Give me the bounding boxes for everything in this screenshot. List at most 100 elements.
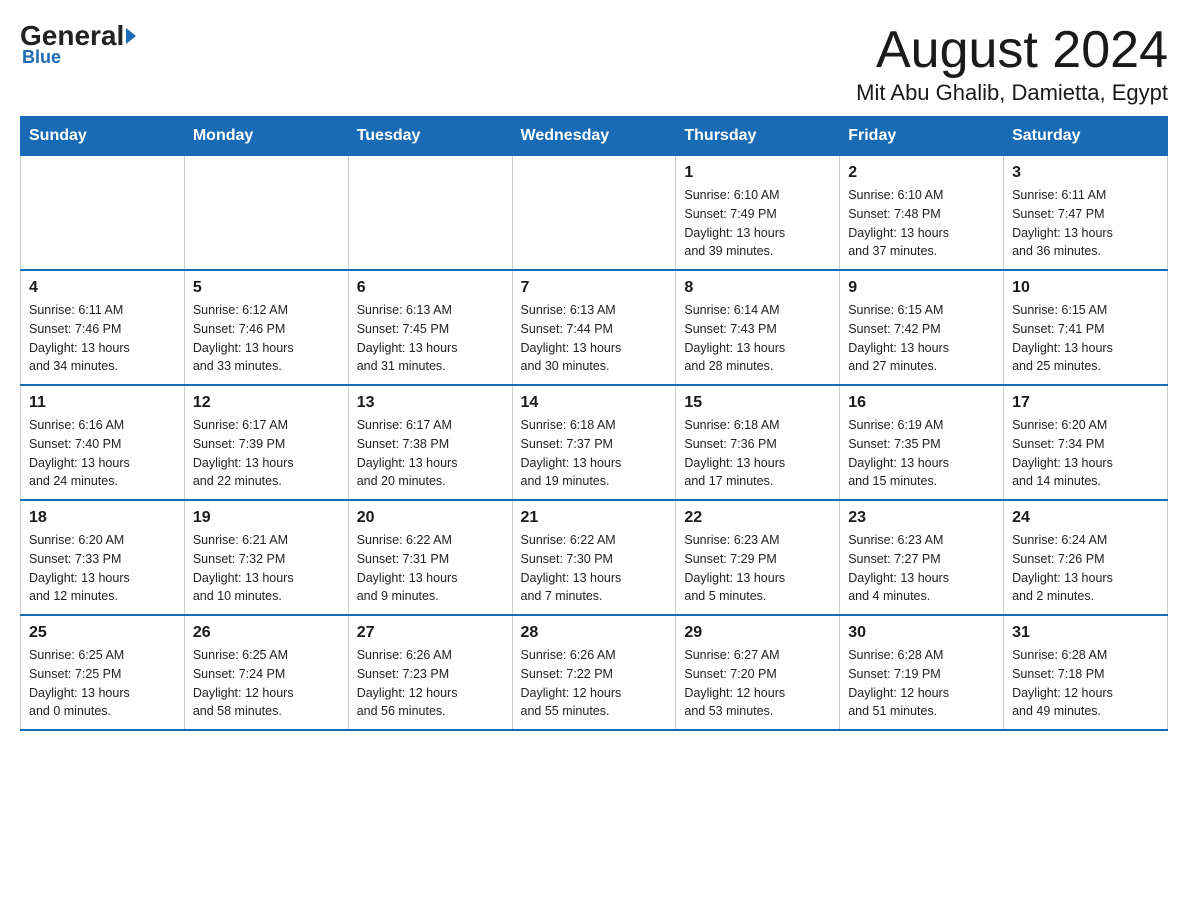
logo-triangle-icon: [126, 28, 136, 44]
calendar-cell: 20Sunrise: 6:22 AMSunset: 7:31 PMDayligh…: [348, 500, 512, 615]
day-number: 2: [848, 164, 995, 182]
day-info: Sunrise: 6:25 AMSunset: 7:25 PMDaylight:…: [29, 646, 176, 721]
day-number: 23: [848, 509, 995, 527]
day-info: Sunrise: 6:12 AMSunset: 7:46 PMDaylight:…: [193, 301, 340, 376]
day-info: Sunrise: 6:26 AMSunset: 7:22 PMDaylight:…: [521, 646, 668, 721]
day-number: 13: [357, 394, 504, 412]
calendar-week-5: 25 Sunrise: 6:25 AMSunset: 7:25 PMDayligh…: [21, 615, 1168, 730]
day-number: 7: [521, 279, 668, 297]
calendar-cell: 26 Sunrise: 6:25 AMSunset: 7:24 PMDayligh…: [184, 615, 348, 730]
calendar-cell: [184, 156, 348, 271]
day-info: Sunrise: 6:25 AMSunset: 7:24 PMDaylight:…: [193, 646, 340, 721]
calendar-cell: 1Sunrise: 6:10 AMSunset: 7:49 PMDaylight…: [676, 156, 840, 271]
calendar-cell: 29 Sunrise: 6:27 AMSunset: 7:20 PMDayligh…: [676, 615, 840, 730]
day-number: 9: [848, 279, 995, 297]
calendar-cell: 28Sunrise: 6:26 AMSunset: 7:22 PMDayligh…: [512, 615, 676, 730]
calendar-cell: 21 Sunrise: 6:22 AMSunset: 7:30 PMDayligh…: [512, 500, 676, 615]
calendar-cell: 16Sunrise: 6:19 AMSunset: 7:35 PMDayligh…: [840, 385, 1004, 500]
title-block: August 2024 Mit Abu Ghalib, Damietta, Eg…: [856, 20, 1168, 106]
day-number: 30: [848, 624, 995, 642]
calendar-cell: 27 Sunrise: 6:26 AMSunset: 7:23 PMDayligh…: [348, 615, 512, 730]
day-info: Sunrise: 6:15 AMSunset: 7:42 PMDaylight:…: [848, 301, 995, 376]
calendar-week-3: 11 Sunrise: 6:16 AMSunset: 7:40 PMDayligh…: [21, 385, 1168, 500]
calendar-cell: [348, 156, 512, 271]
calendar-cell: 10Sunrise: 6:15 AMSunset: 7:41 PMDayligh…: [1004, 270, 1168, 385]
day-info: Sunrise: 6:19 AMSunset: 7:35 PMDaylight:…: [848, 416, 995, 491]
day-number: 18: [29, 509, 176, 527]
calendar-cell: 19 Sunrise: 6:21 AMSunset: 7:32 PMDayligh…: [184, 500, 348, 615]
calendar-week-4: 18 Sunrise: 6:20 AMSunset: 7:33 PMDayligh…: [21, 500, 1168, 615]
day-number: 6: [357, 279, 504, 297]
day-info: Sunrise: 6:10 AMSunset: 7:49 PMDaylight:…: [684, 186, 831, 261]
day-info: Sunrise: 6:20 AMSunset: 7:34 PMDaylight:…: [1012, 416, 1159, 491]
calendar-cell: 13 Sunrise: 6:17 AMSunset: 7:38 PMDayligh…: [348, 385, 512, 500]
day-number: 10: [1012, 279, 1159, 297]
header-friday: Friday: [840, 117, 1004, 156]
day-info: Sunrise: 6:14 AMSunset: 7:43 PMDaylight:…: [684, 301, 831, 376]
day-info: Sunrise: 6:13 AMSunset: 7:44 PMDaylight:…: [521, 301, 668, 376]
page-header: General Blue August 2024 Mit Abu Ghalib,…: [20, 20, 1168, 106]
day-number: 25: [29, 624, 176, 642]
header-thursday: Thursday: [676, 117, 840, 156]
day-info: Sunrise: 6:16 AMSunset: 7:40 PMDaylight:…: [29, 416, 176, 491]
calendar-cell: [512, 156, 676, 271]
logo: General Blue: [20, 20, 134, 68]
day-number: 14: [521, 394, 668, 412]
day-number: 24: [1012, 509, 1159, 527]
day-info: Sunrise: 6:24 AMSunset: 7:26 PMDaylight:…: [1012, 531, 1159, 606]
day-number: 22: [684, 509, 831, 527]
header-wednesday: Wednesday: [512, 117, 676, 156]
calendar-cell: 4 Sunrise: 6:11 AMSunset: 7:46 PMDaylight…: [21, 270, 185, 385]
calendar-cell: 5 Sunrise: 6:12 AMSunset: 7:46 PMDaylight…: [184, 270, 348, 385]
day-info: Sunrise: 6:28 AMSunset: 7:19 PMDaylight:…: [848, 646, 995, 721]
day-number: 27: [357, 624, 504, 642]
day-number: 26: [193, 624, 340, 642]
day-info: Sunrise: 6:20 AMSunset: 7:33 PMDaylight:…: [29, 531, 176, 606]
day-number: 15: [684, 394, 831, 412]
day-info: Sunrise: 6:22 AMSunset: 7:30 PMDaylight:…: [521, 531, 668, 606]
calendar-cell: 22 Sunrise: 6:23 AMSunset: 7:29 PMDayligh…: [676, 500, 840, 615]
day-number: 19: [193, 509, 340, 527]
header-sunday: Sunday: [21, 117, 185, 156]
calendar-cell: 25 Sunrise: 6:25 AMSunset: 7:25 PMDayligh…: [21, 615, 185, 730]
calendar-table: SundayMondayTuesdayWednesdayThursdayFrid…: [20, 116, 1168, 731]
page-title: August 2024: [856, 20, 1168, 80]
day-info: Sunrise: 6:21 AMSunset: 7:32 PMDaylight:…: [193, 531, 340, 606]
day-number: 11: [29, 394, 176, 412]
day-info: Sunrise: 6:17 AMSunset: 7:38 PMDaylight:…: [357, 416, 504, 491]
day-number: 31: [1012, 624, 1159, 642]
header-monday: Monday: [184, 117, 348, 156]
calendar-cell: 7 Sunrise: 6:13 AMSunset: 7:44 PMDaylight…: [512, 270, 676, 385]
day-number: 17: [1012, 394, 1159, 412]
day-number: 5: [193, 279, 340, 297]
calendar-cell: 24 Sunrise: 6:24 AMSunset: 7:26 PMDayligh…: [1004, 500, 1168, 615]
day-number: 29: [684, 624, 831, 642]
day-info: Sunrise: 6:26 AMSunset: 7:23 PMDaylight:…: [357, 646, 504, 721]
calendar-cell: 2 Sunrise: 6:10 AMSunset: 7:48 PMDaylight…: [840, 156, 1004, 271]
calendar-week-2: 4 Sunrise: 6:11 AMSunset: 7:46 PMDaylight…: [21, 270, 1168, 385]
calendar-cell: 8 Sunrise: 6:14 AMSunset: 7:43 PMDaylight…: [676, 270, 840, 385]
day-number: 8: [684, 279, 831, 297]
calendar-cell: 15 Sunrise: 6:18 AMSunset: 7:36 PMDayligh…: [676, 385, 840, 500]
day-info: Sunrise: 6:10 AMSunset: 7:48 PMDaylight:…: [848, 186, 995, 261]
day-info: Sunrise: 6:11 AMSunset: 7:46 PMDaylight:…: [29, 301, 176, 376]
calendar-cell: 9 Sunrise: 6:15 AMSunset: 7:42 PMDaylight…: [840, 270, 1004, 385]
day-info: Sunrise: 6:23 AMSunset: 7:29 PMDaylight:…: [684, 531, 831, 606]
calendar-cell: 17 Sunrise: 6:20 AMSunset: 7:34 PMDayligh…: [1004, 385, 1168, 500]
day-number: 3: [1012, 164, 1159, 182]
calendar-cell: 14Sunrise: 6:18 AMSunset: 7:37 PMDayligh…: [512, 385, 676, 500]
day-info: Sunrise: 6:18 AMSunset: 7:36 PMDaylight:…: [684, 416, 831, 491]
calendar-cell: [21, 156, 185, 271]
day-info: Sunrise: 6:13 AMSunset: 7:45 PMDaylight:…: [357, 301, 504, 376]
calendar-cell: 6 Sunrise: 6:13 AMSunset: 7:45 PMDaylight…: [348, 270, 512, 385]
day-number: 21: [521, 509, 668, 527]
day-info: Sunrise: 6:28 AMSunset: 7:18 PMDaylight:…: [1012, 646, 1159, 721]
calendar-cell: 11 Sunrise: 6:16 AMSunset: 7:40 PMDayligh…: [21, 385, 185, 500]
day-info: Sunrise: 6:27 AMSunset: 7:20 PMDaylight:…: [684, 646, 831, 721]
calendar-cell: 31 Sunrise: 6:28 AMSunset: 7:18 PMDayligh…: [1004, 615, 1168, 730]
day-info: Sunrise: 6:17 AMSunset: 7:39 PMDaylight:…: [193, 416, 340, 491]
day-number: 4: [29, 279, 176, 297]
logo-blue: Blue: [22, 47, 61, 68]
calendar-header: SundayMondayTuesdayWednesdayThursdayFrid…: [21, 117, 1168, 156]
calendar-cell: 12Sunrise: 6:17 AMSunset: 7:39 PMDayligh…: [184, 385, 348, 500]
